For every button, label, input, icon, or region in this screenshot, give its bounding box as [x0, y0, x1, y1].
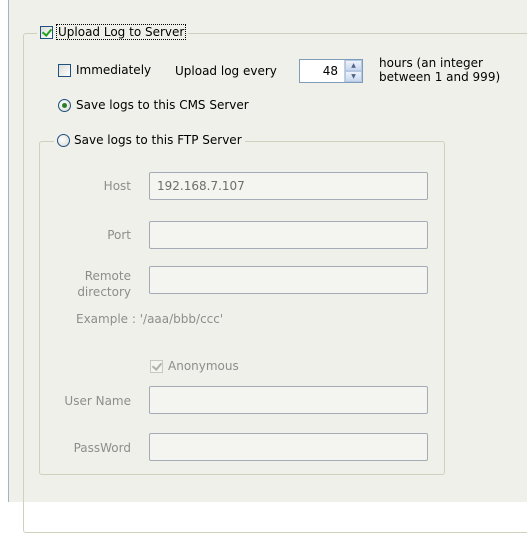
- upload-log-checkbox[interactable]: [40, 25, 53, 39]
- password-input[interactable]: [149, 433, 428, 461]
- upload-interval-value[interactable]: 48: [300, 60, 344, 82]
- remote-directory-input[interactable]: [149, 266, 428, 294]
- spinner-buttons: ▲ ▼: [344, 60, 362, 82]
- upload-every-label: Upload log every: [175, 64, 277, 78]
- upload-interval-spinner[interactable]: 48 ▲ ▼: [299, 59, 363, 83]
- cms-server-radio[interactable]: [58, 98, 71, 112]
- username-input[interactable]: [149, 386, 428, 414]
- immediately-label[interactable]: Immediately: [76, 63, 151, 77]
- hours-hint: hours (an integer between 1 and 999): [379, 56, 501, 84]
- immediately-checkbox[interactable]: [58, 63, 71, 77]
- log-upload-panel: Upload Log to Server Immediately Upload …: [8, 0, 527, 533]
- anonymous-checkbox[interactable]: [150, 359, 163, 373]
- host-label: Host: [103, 179, 131, 193]
- spin-down-icon[interactable]: ▼: [345, 71, 362, 82]
- cms-server-option[interactable]: Save logs to this CMS Server: [58, 98, 249, 112]
- ftp-server-label[interactable]: Save logs to this FTP Server: [74, 133, 242, 147]
- upload-log-label[interactable]: Upload Log to Server: [55, 24, 187, 40]
- password-label: PassWord: [73, 441, 131, 455]
- immediately-option[interactable]: Immediately: [58, 63, 151, 77]
- anonymous-label[interactable]: Anonymous: [168, 359, 239, 373]
- ftp-server-legend[interactable]: Save logs to this FTP Server: [54, 133, 245, 147]
- spin-up-icon[interactable]: ▲: [345, 60, 362, 71]
- ftp-server-radio[interactable]: [57, 133, 70, 147]
- username-label: User Name: [64, 394, 131, 408]
- upload-every-row: Upload log every: [175, 64, 277, 78]
- port-label: Port: [107, 228, 131, 242]
- anonymous-option[interactable]: Anonymous: [150, 359, 239, 373]
- upload-log-legend[interactable]: Upload Log to Server: [37, 24, 189, 40]
- cms-server-label[interactable]: Save logs to this CMS Server: [76, 98, 249, 112]
- port-input[interactable]: [149, 221, 428, 249]
- remote-directory-example: Example : '/aaa/bbb/ccc': [76, 312, 224, 326]
- host-input[interactable]: 192.168.7.107: [149, 172, 428, 200]
- remote-directory-label: Remote directory: [77, 269, 131, 299]
